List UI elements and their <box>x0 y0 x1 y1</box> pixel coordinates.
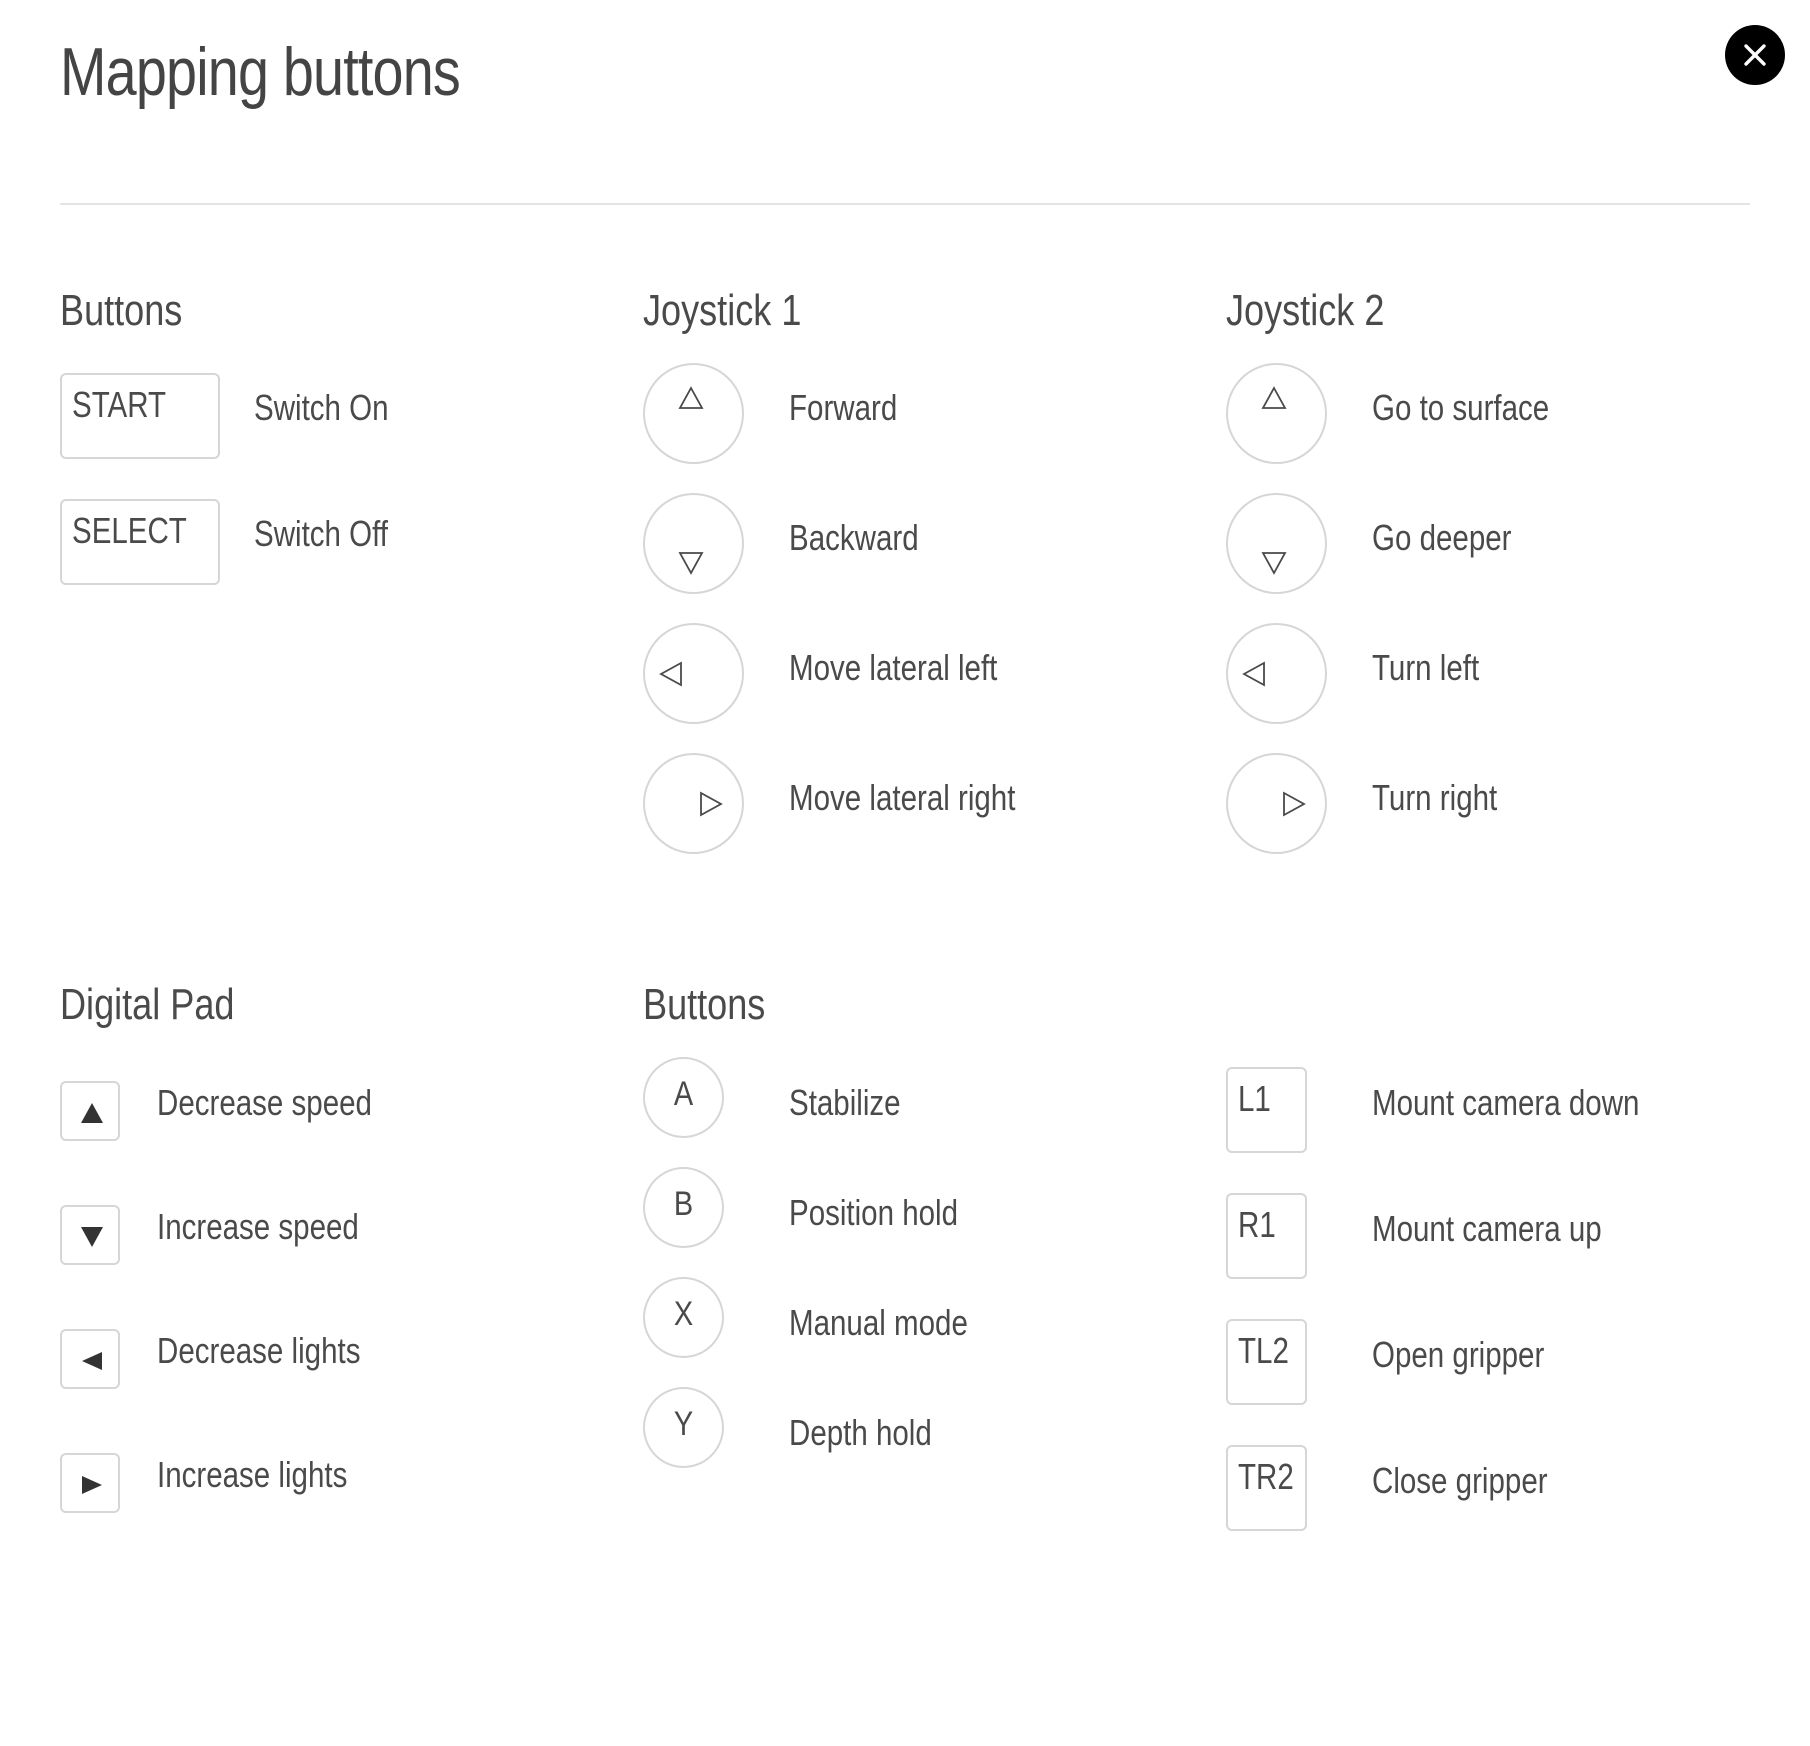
key-tl2: TL2 <box>1226 1319 1307 1405</box>
action-label: Turn right <box>1372 777 1498 818</box>
joystick-1-right <box>643 753 744 854</box>
dpad-right <box>60 1453 120 1513</box>
dpad-left <box>60 1329 120 1389</box>
mapping-dialog: Mapping buttons Buttons START Switch On … <box>0 0 1810 1746</box>
action-label: Backward <box>789 517 919 558</box>
arrow-down-solid-icon <box>81 1227 103 1247</box>
triangle-down-outline-icon <box>678 552 704 575</box>
triangle-right-outline-icon <box>1283 791 1306 817</box>
key-y: Y <box>643 1387 724 1468</box>
joystick-2-up <box>1226 363 1327 464</box>
key-label: Y <box>673 1405 694 1443</box>
key-r1: R1 <box>1226 1193 1307 1279</box>
section-title-digital-pad: Digital Pad <box>60 980 235 1029</box>
dpad-down <box>60 1205 120 1265</box>
dpad-up <box>60 1081 120 1141</box>
key-select: SELECT <box>60 499 220 585</box>
action-label: Increase lights <box>157 1454 348 1495</box>
key-a: A <box>643 1057 724 1138</box>
key-b: B <box>643 1167 724 1248</box>
key-label: R1 <box>1238 1204 1276 1245</box>
key-label: START <box>72 384 167 425</box>
action-label: Manual mode <box>789 1302 968 1343</box>
action-label: Position hold <box>789 1192 959 1233</box>
triangle-up-outline-icon <box>1261 386 1287 409</box>
key-label: X <box>673 1295 694 1333</box>
joystick-2-down <box>1226 493 1327 594</box>
key-label: TL2 <box>1238 1330 1289 1371</box>
key-label: B <box>673 1185 694 1223</box>
dialog-title: Mapping buttons <box>60 34 461 110</box>
header-divider <box>60 203 1750 205</box>
action-label: Increase speed <box>157 1206 359 1247</box>
key-label: TR2 <box>1238 1456 1294 1497</box>
close-icon <box>1744 44 1766 66</box>
triangle-up-outline-icon <box>678 386 704 409</box>
close-button[interactable] <box>1725 25 1785 85</box>
triangle-left-outline-icon <box>1242 661 1265 687</box>
joystick-1-up <box>643 363 744 464</box>
arrow-up-solid-icon <box>81 1103 103 1123</box>
action-label: Open gripper <box>1372 1334 1545 1375</box>
key-label: L1 <box>1238 1078 1271 1119</box>
joystick-2-right <box>1226 753 1327 854</box>
action-label: Depth hold <box>789 1412 932 1453</box>
triangle-left-outline-icon <box>659 661 682 687</box>
arrow-right-solid-icon <box>82 1476 102 1494</box>
triangle-down-outline-icon <box>1261 552 1287 575</box>
action-label: Mount camera up <box>1372 1208 1602 1249</box>
key-l1: L1 <box>1226 1067 1307 1153</box>
arrow-left-solid-icon <box>82 1352 102 1370</box>
action-label: Switch On <box>254 387 389 428</box>
key-label: SELECT <box>72 510 187 551</box>
key-tr2: TR2 <box>1226 1445 1307 1531</box>
action-label: Turn left <box>1372 647 1480 688</box>
action-label: Forward <box>789 387 898 428</box>
section-title-joystick-2: Joystick 2 <box>1226 286 1385 335</box>
triangle-right-outline-icon <box>700 791 723 817</box>
action-label: Go deeper <box>1372 517 1512 558</box>
action-label: Move lateral right <box>789 777 1016 818</box>
key-label: A <box>673 1075 694 1113</box>
action-label: Close gripper <box>1372 1460 1548 1501</box>
section-title-face-buttons: Buttons <box>643 980 766 1029</box>
key-x: X <box>643 1277 724 1358</box>
action-label: Go to surface <box>1372 387 1550 428</box>
joystick-1-down <box>643 493 744 594</box>
action-label: Switch Off <box>254 513 388 554</box>
section-title-buttons: Buttons <box>60 286 183 335</box>
key-start: START <box>60 373 220 459</box>
joystick-1-left <box>643 623 744 724</box>
joystick-2-left <box>1226 623 1327 724</box>
action-label: Decrease speed <box>157 1082 372 1123</box>
action-label: Move lateral left <box>789 647 998 688</box>
action-label: Mount camera down <box>1372 1082 1640 1123</box>
action-label: Stabilize <box>789 1082 901 1123</box>
section-title-joystick-1: Joystick 1 <box>643 286 802 335</box>
action-label: Decrease lights <box>157 1330 361 1371</box>
